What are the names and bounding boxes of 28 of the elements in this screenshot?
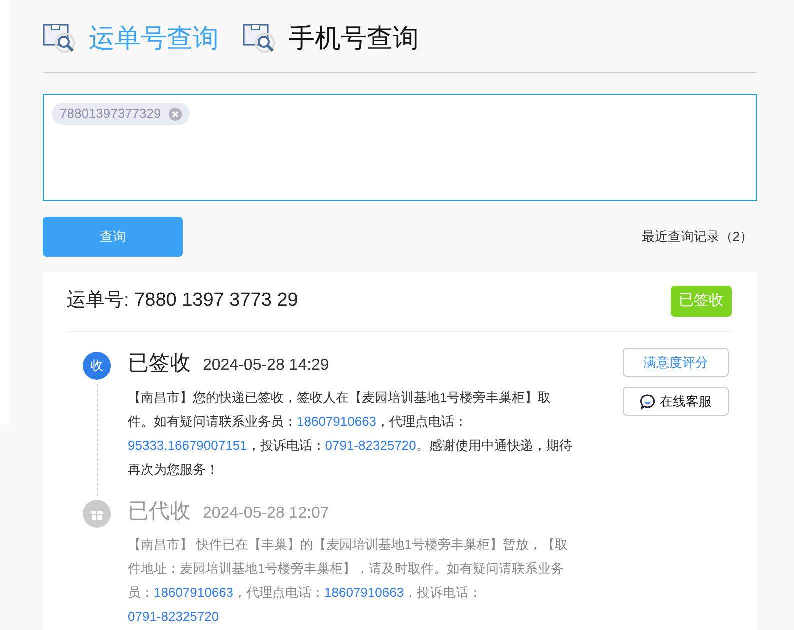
gift-icon	[83, 500, 111, 528]
query-tab[interactable]: 运单号查询	[89, 18, 219, 58]
query-tab[interactable]: 手机号查询	[289, 18, 419, 58]
online-service-button[interactable]: 在线客服	[623, 387, 729, 416]
parcel-search-icon	[243, 23, 277, 53]
event-description: 【南昌市】您的快递已签收，签收人在【麦园培训基地1号楼旁丰巢柜】取件。如有疑问请联系业务员：18607910663，代理点电话： 95333,16679007151，投诉电话：0791-82325720。感谢使用中通快递，期待再次为您服务！	[128, 388, 573, 478]
phone-link[interactable]: 95333,16679007151	[128, 438, 248, 452]
rating-button[interactable]: 满意度评分	[623, 348, 729, 377]
phone-link[interactable]: 18607910663	[297, 414, 377, 428]
event-title: 已签收	[128, 351, 191, 377]
signed-icon: 收	[83, 352, 111, 380]
event-description: 【南昌市】 快件已在【丰巢】的【麦园培训基地1号楼旁丰巢柜】暂放，【取件地址：麦园培训基地1号楼旁丰巢柜】，请及时取件。如有疑问请联系业务员：18607910663，代理点电话：18607910663，投诉电话： 0791-82325720	[128, 536, 569, 626]
event-time: 2024-05-28 12:07	[203, 504, 330, 524]
remove-icon[interactable]	[169, 108, 182, 120]
status-badge: 已签收	[671, 286, 732, 317]
event-time: 2024-05-28 14:29	[203, 356, 330, 376]
chat-icon	[640, 394, 656, 410]
recent-queries-link[interactable]: 最近查询记录（2）	[642, 227, 757, 247]
waybill-number: 运单号: 7880 1397 3773 29	[67, 289, 298, 314]
tracking-input[interactable]: 78801397377329	[43, 94, 757, 201]
parcel-search-icon	[43, 23, 77, 53]
phone-link[interactable]: 0791-82325720	[128, 609, 220, 624]
tracking-tag: 78801397377329	[52, 103, 190, 125]
event-title: 已代收	[128, 498, 191, 524]
phone-link[interactable]: 18607910663	[154, 585, 234, 600]
phone-link[interactable]: 18607910663	[324, 585, 404, 600]
query-button[interactable]: 查询	[43, 217, 183, 257]
phone-link[interactable]: 0791-82325720	[325, 438, 416, 452]
